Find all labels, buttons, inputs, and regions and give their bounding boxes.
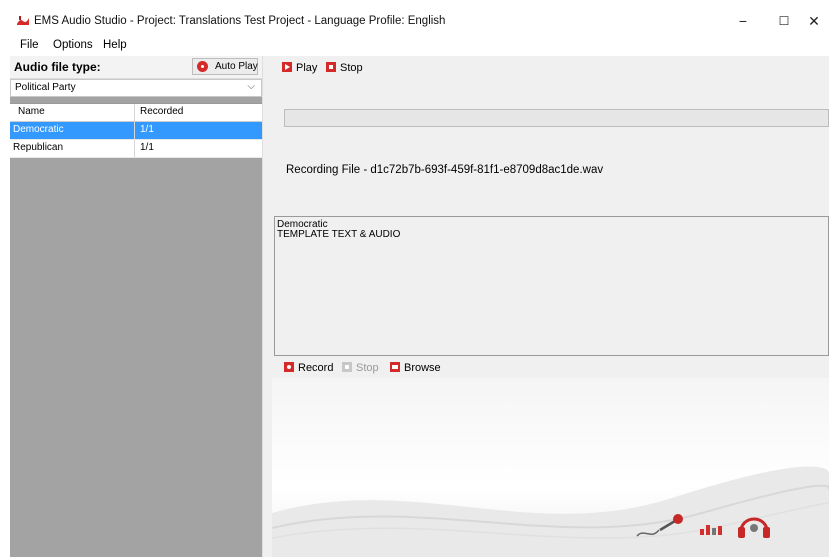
audio-file-type-header: Audio file type: Auto Play xyxy=(10,56,262,79)
menu-bar: File Options Help xyxy=(0,36,829,56)
audio-file-table: Name Recorded Democratic 1/1 Republican … xyxy=(10,103,262,158)
select-value: Political Party xyxy=(15,82,76,93)
row-name: Republican xyxy=(13,142,64,153)
menu-file[interactable]: File xyxy=(20,39,39,51)
stop-icon xyxy=(326,62,336,72)
play-label: Play xyxy=(296,62,318,74)
template-text-box[interactable]: Democratic TEMPLATE TEXT & AUDIO xyxy=(274,216,829,356)
recording-file-label: Recording File - d1c72b7b-693f-459f-81f1… xyxy=(286,164,604,176)
auto-play-button[interactable]: Auto Play xyxy=(192,58,258,75)
row-name: Democratic xyxy=(13,124,64,135)
play-button[interactable]: Play xyxy=(282,62,317,74)
play-icon xyxy=(282,62,292,72)
browse-label: Browse xyxy=(404,362,441,374)
column-header-recorded[interactable]: Recorded xyxy=(140,106,183,117)
menu-help[interactable]: Help xyxy=(103,39,127,51)
record-stop-button[interactable]: Stop xyxy=(342,362,379,374)
auto-play-label: Auto Play xyxy=(215,61,258,72)
column-divider xyxy=(134,122,135,139)
record-icon xyxy=(284,362,294,372)
column-divider xyxy=(134,140,135,157)
left-pane: Audio file type: Auto Play Political Par… xyxy=(10,56,262,557)
window-title: EMS Audio Studio - Project: Translations… xyxy=(34,15,446,27)
template-text-line: TEMPLATE TEXT & AUDIO xyxy=(277,229,401,240)
browse-button[interactable]: Browse xyxy=(390,362,441,374)
audio-file-type-select[interactable]: Political Party ⌵ xyxy=(10,79,262,97)
title-bar: EMS Audio Studio - Project: Translations… xyxy=(0,0,829,36)
browse-icon xyxy=(390,362,400,372)
wave-decoration xyxy=(272,466,829,557)
stop-label: Stop xyxy=(340,62,363,74)
right-pane: Play Stop Recording File - d1c72b7b-693f… xyxy=(272,56,829,557)
logo-area xyxy=(272,378,829,557)
ems-app-icon xyxy=(17,16,29,25)
close-button[interactable]: ✕ xyxy=(799,8,829,34)
audio-file-type-label: Audio file type: xyxy=(14,60,101,74)
maximize-button[interactable]: ☐ xyxy=(769,8,799,34)
stop-icon xyxy=(342,362,352,372)
column-divider[interactable] xyxy=(134,104,135,121)
record-stop-label: Stop xyxy=(356,362,379,374)
menu-options[interactable]: Options xyxy=(53,39,93,51)
playback-progress-bar xyxy=(284,109,829,127)
column-header-name[interactable]: Name xyxy=(18,106,45,117)
record-button[interactable]: Record xyxy=(284,362,333,374)
record-circle-icon xyxy=(197,61,208,72)
stop-button[interactable]: Stop xyxy=(326,62,363,74)
record-label: Record xyxy=(298,362,334,374)
table-row[interactable]: Democratic 1/1 xyxy=(10,122,262,140)
recording-toolbar: Record Stop Browse xyxy=(272,356,829,378)
row-recorded: 1/1 xyxy=(140,124,154,135)
table-header: Name Recorded xyxy=(10,104,262,122)
row-recorded: 1/1 xyxy=(140,142,154,153)
minimize-button[interactable]: − xyxy=(728,8,758,34)
table-row[interactable]: Republican 1/1 xyxy=(10,140,262,158)
playback-toolbar: Play Stop xyxy=(272,56,829,80)
chevron-down-icon: ⌵ xyxy=(247,81,255,92)
